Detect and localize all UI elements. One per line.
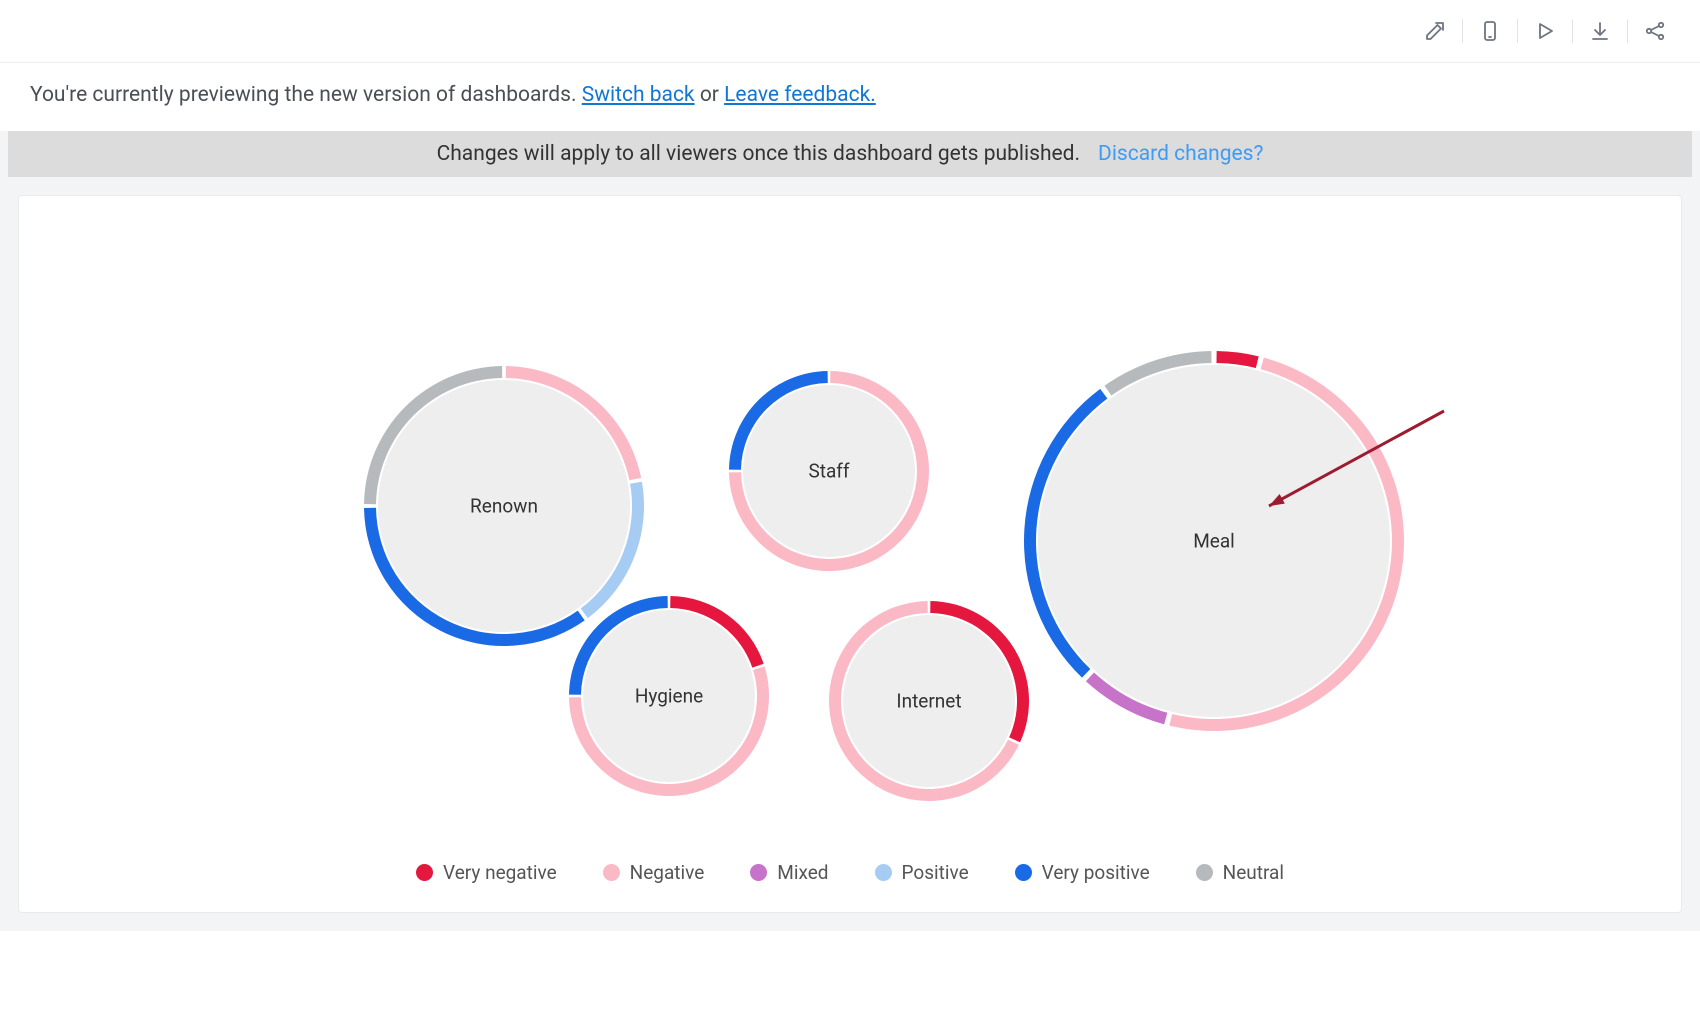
notice-text: Changes will apply to all viewers once t… <box>437 142 1080 166</box>
legend-swatch <box>1196 864 1213 881</box>
mobile-icon[interactable] <box>1473 14 1507 48</box>
publish-notice: Changes will apply to all viewers once t… <box>8 131 1692 177</box>
toolbar-separator <box>1572 19 1573 43</box>
legend-label: Negative <box>630 861 705 884</box>
legend-swatch <box>1015 864 1032 881</box>
legend-label: Mixed <box>777 861 828 884</box>
preview-bar: You're currently previewing the new vers… <box>0 63 1700 131</box>
donut-staff[interactable]: Staff <box>727 369 931 573</box>
legend-item[interactable]: Negative <box>603 861 705 884</box>
chart-area: Renown Staff Hygiene Internet Meal <box>19 196 1681 822</box>
edit-icon[interactable] <box>1418 14 1452 48</box>
donut-label: Hygiene <box>635 685 703 708</box>
chart-legend: Very negative Negative Mixed Positive Very p… <box>19 861 1681 884</box>
legend-swatch <box>875 864 892 881</box>
legend-item[interactable]: Very positive <box>1015 861 1150 884</box>
donut-label: Renown <box>470 495 538 518</box>
donut-internet[interactable]: Internet <box>827 599 1031 803</box>
legend-swatch <box>750 864 767 881</box>
legend-label: Very negative <box>443 861 557 884</box>
donut-meal[interactable]: Meal <box>1022 349 1406 733</box>
play-icon[interactable] <box>1528 14 1562 48</box>
legend-swatch <box>416 864 433 881</box>
preview-text: You're currently previewing the new vers… <box>30 83 582 107</box>
legend-item[interactable]: Positive <box>875 861 969 884</box>
legend-item[interactable]: Very negative <box>416 861 557 884</box>
legend-label: Neutral <box>1223 861 1284 884</box>
legend-label: Very positive <box>1042 861 1150 884</box>
download-icon[interactable] <box>1583 14 1617 48</box>
donut-label: Meal <box>1193 530 1235 553</box>
donut-hygiene[interactable]: Hygiene <box>567 594 771 798</box>
toolbar-separator <box>1462 19 1463 43</box>
share-icon[interactable] <box>1638 14 1672 48</box>
legend-label: Positive <box>902 861 969 884</box>
toolbar-separator <box>1517 19 1518 43</box>
switch-back-link[interactable]: Switch back <box>582 83 695 107</box>
donut-label: Staff <box>808 460 849 483</box>
toolbar-separator <box>1627 19 1628 43</box>
leave-feedback-link[interactable]: Leave feedback. <box>724 83 876 107</box>
legend-swatch <box>603 864 620 881</box>
donut-label: Internet <box>896 690 961 713</box>
discard-changes-link[interactable]: Discard changes? <box>1098 142 1263 166</box>
chart-panel: Renown Staff Hygiene Internet Meal Very nega… <box>18 195 1682 913</box>
preview-or: or <box>700 83 724 107</box>
legend-item[interactable]: Mixed <box>750 861 828 884</box>
top-toolbar <box>0 0 1700 63</box>
legend-item[interactable]: Neutral <box>1196 861 1284 884</box>
